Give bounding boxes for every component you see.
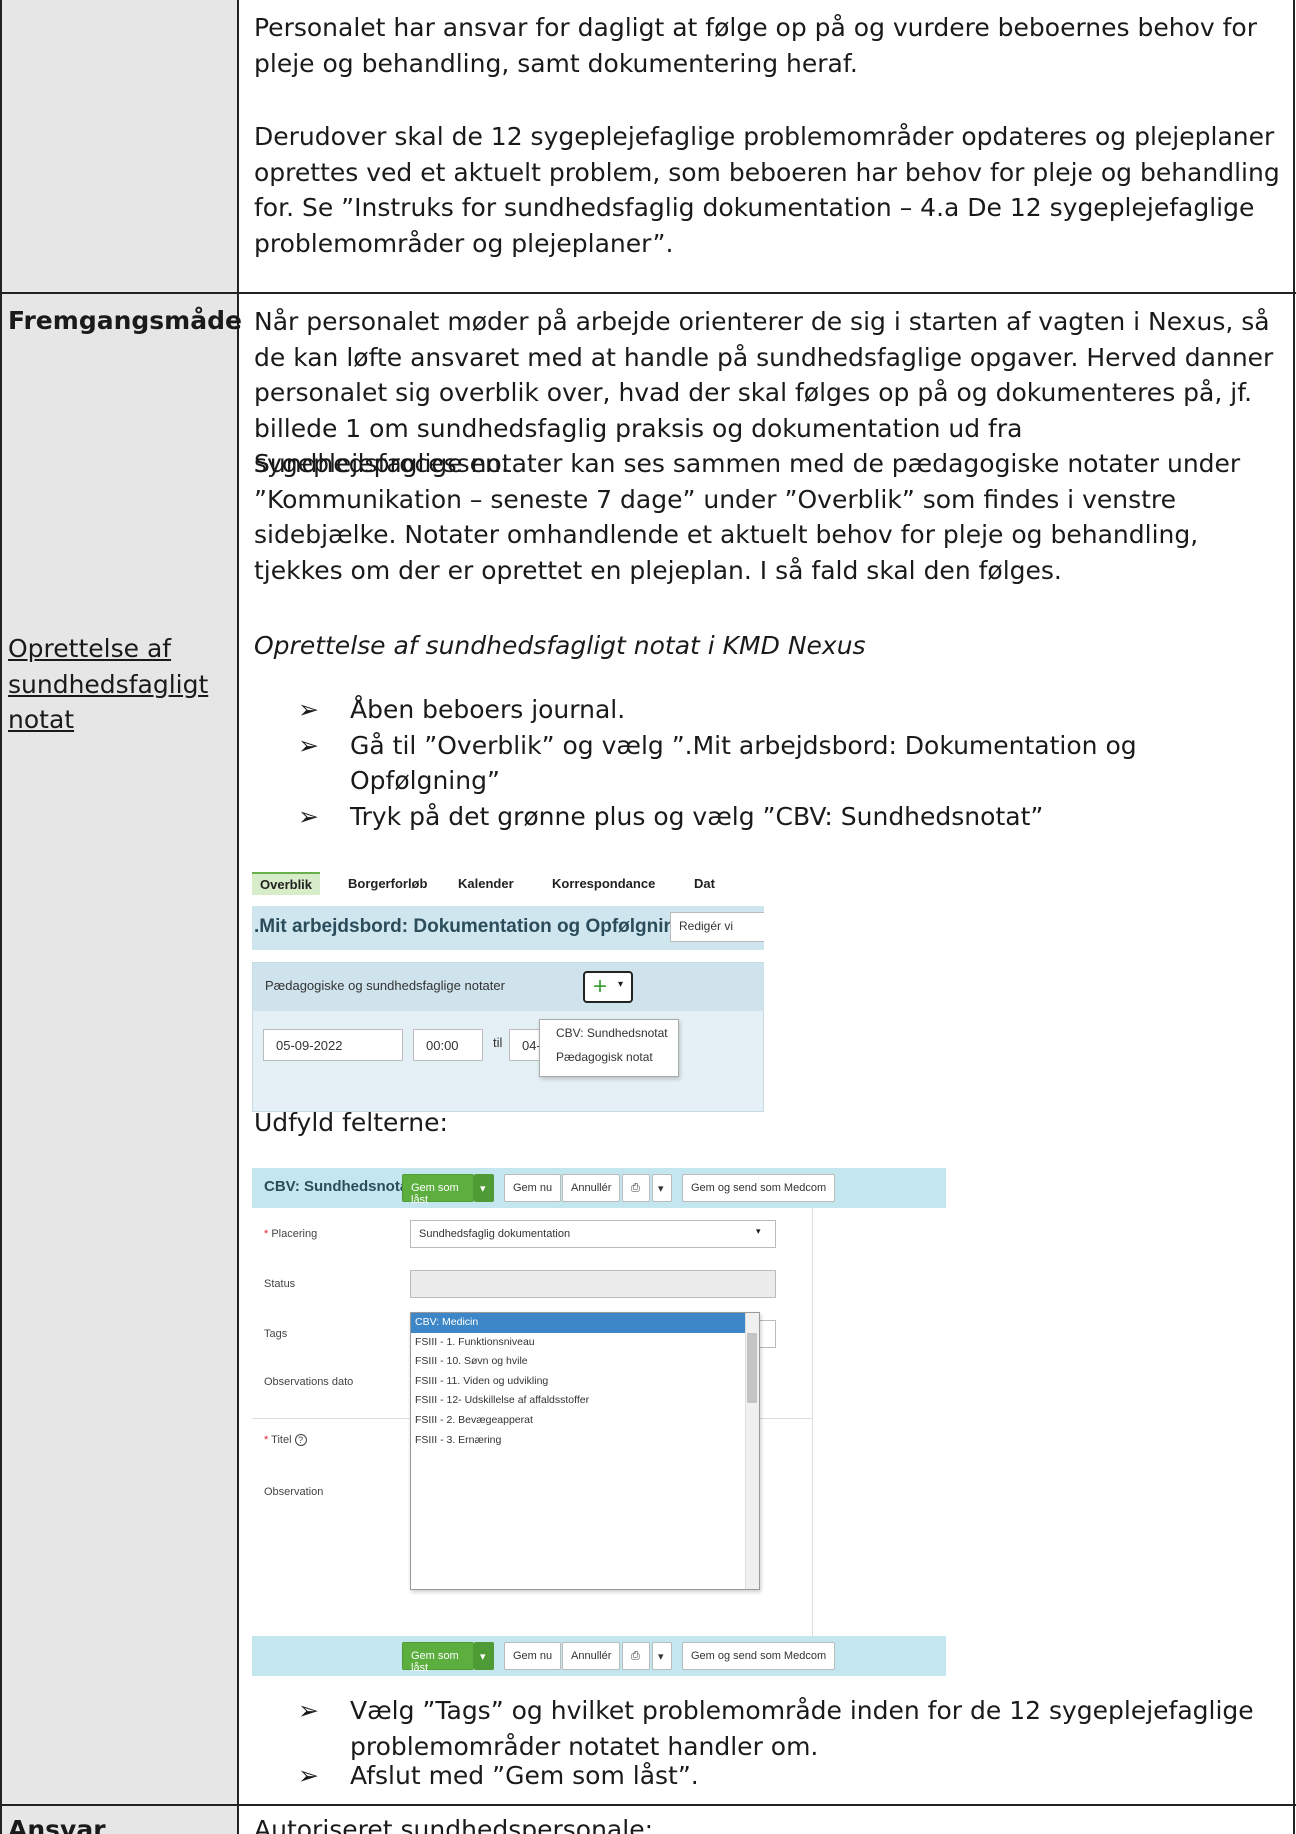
placering-label: * Placering bbox=[264, 1228, 318, 1240]
list-item: ➢ Tryk på det grønne plus og vælg ”CBV: S… bbox=[298, 799, 1278, 835]
caret-down-icon: ▾ bbox=[618, 979, 624, 990]
menu-item-paedagogisk-notat[interactable]: Pædagogisk notat bbox=[540, 1044, 678, 1068]
menu-item-sundhedsnotat[interactable]: CBV: Sundhedsnotat bbox=[540, 1020, 678, 1044]
italic-heading: Oprettelse af sundhedsfagligt notat i KM… bbox=[254, 631, 866, 660]
tags-label: Tags bbox=[264, 1328, 288, 1340]
ansvar-text: Autoriseret sundhedspersonale: bbox=[254, 1815, 653, 1834]
procedure-paragraph-2: Sundhedsfaglige notater kan ses sammen m… bbox=[254, 449, 1241, 585]
add-note-button[interactable]: + ▾ bbox=[583, 971, 633, 1003]
step-list-2: ➢ Vælg ”Tags” og hvilket problemområde in… bbox=[298, 1693, 1278, 1764]
cancel-button-bottom[interactable]: Annullér bbox=[562, 1642, 621, 1670]
side-heading-link[interactable]: Oprettelse af sundhedsfagligt notat bbox=[8, 631, 228, 738]
arrow-bullet-icon: ➢ bbox=[298, 1696, 319, 1725]
print-icon[interactable]: ⎙ bbox=[622, 1642, 650, 1670]
form-title: CBV: Sundhedsnotat bbox=[264, 1178, 414, 1195]
list-item: ➢ Åben beboers journal. bbox=[298, 692, 1278, 728]
intro-paragraph-1: Personalet har ansvar for dagligt at føl… bbox=[254, 13, 1258, 78]
tag-option[interactable]: FSIII - 2. Bevægeapperat bbox=[411, 1411, 759, 1431]
list-item: ➢ Gå til ”Overblik” og vælg ”.Mit arbejds… bbox=[298, 728, 1278, 799]
tab-dat[interactable]: Dat bbox=[694, 876, 715, 891]
titel-label: * Titel ? bbox=[264, 1434, 307, 1446]
tag-option[interactable]: FSIII - 1. Funktionsniveau bbox=[411, 1333, 759, 1353]
time-from-input[interactable]: 00:00 bbox=[413, 1029, 483, 1061]
save-locked-button-bottom[interactable]: Gem som låst bbox=[402, 1642, 474, 1674]
tab-korrespondance[interactable]: Korrespondance bbox=[552, 876, 655, 891]
print-dropdown-button[interactable]: ▾ bbox=[652, 1174, 672, 1202]
notes-panel-header: Pædagogiske og sundhedsfaglige notater +… bbox=[253, 963, 764, 1011]
table-column-divider bbox=[237, 0, 239, 1834]
status-field bbox=[410, 1270, 776, 1298]
save-locked-button[interactable]: Gem som låst bbox=[402, 1174, 474, 1206]
save-now-button-bottom[interactable]: Gem nu bbox=[504, 1642, 562, 1670]
date-from-input[interactable]: 05-09-2022 bbox=[263, 1029, 403, 1061]
tab-kalender[interactable]: Kalender bbox=[458, 876, 514, 891]
save-dropdown-button-bottom[interactable]: ▾ bbox=[474, 1642, 494, 1670]
dashboard-title: .Mit arbejdsbord: Dokumentation og Opføl… bbox=[254, 916, 687, 937]
scrollbar-thumb[interactable] bbox=[747, 1333, 757, 1403]
intro-paragraph-2: Derudover skal de 12 sygeplejefaglige pr… bbox=[254, 122, 1280, 258]
tag-option[interactable]: FSIII - 11. Viden og udvikling bbox=[411, 1372, 759, 1392]
fill-fields-heading: Udfyld felterne: bbox=[254, 1108, 448, 1137]
step-list: ➢ Åben beboers journal. ➢ Gå til ”Overblik… bbox=[298, 692, 1278, 834]
sundhedsnotat-form-screenshot: CBV: Sundhedsnotat Gem som låst ▾ Gem nu… bbox=[252, 1168, 946, 1676]
status-label: Status bbox=[264, 1278, 296, 1290]
list-item: ➢ Vælg ”Tags” og hvilket problemområde in… bbox=[298, 1693, 1278, 1764]
tab-overblik[interactable]: Overblik bbox=[252, 872, 321, 895]
add-note-menu: CBV: Sundhedsnotat Pædagogisk notat bbox=[539, 1019, 679, 1077]
print-dropdown-button-bottom[interactable]: ▾ bbox=[652, 1642, 672, 1670]
tag-option[interactable]: FSIII - 10. Søvn og hvile bbox=[411, 1352, 759, 1372]
tag-option[interactable]: FSIII - 3. Ernæring bbox=[411, 1431, 759, 1451]
arrow-bullet-icon: ➢ bbox=[298, 1761, 319, 1790]
plus-icon: + bbox=[593, 973, 608, 1000]
observations-dato-label: Observations dato bbox=[264, 1376, 354, 1388]
arrow-bullet-icon: ➢ bbox=[298, 801, 319, 831]
form-toolbar-top: CBV: Sundhedsnotat Gem som låst ▾ Gem nu… bbox=[252, 1168, 946, 1208]
tag-option[interactable]: CBV: Medicin bbox=[411, 1313, 759, 1333]
row-divider-1 bbox=[0, 292, 1296, 294]
required-mark: * bbox=[264, 1228, 269, 1240]
edit-button[interactable]: Redigér vi bbox=[670, 912, 764, 942]
fremgangsmaade-label: Fremgangsmåde bbox=[8, 306, 242, 335]
print-icon[interactable]: ⎙ bbox=[622, 1174, 650, 1202]
nexus-dashboard-screenshot: Overblik Borgerforløb Kalender Korrespon… bbox=[252, 868, 764, 1112]
notes-panel-title: Pædagogiske og sundhedsfaglige notater bbox=[265, 978, 505, 993]
dropdown-scrollbar[interactable] bbox=[745, 1313, 759, 1589]
form-toolbar-bottom: Gem som låst ▾ Gem nu Annullér ⎙ ▾ Gem o… bbox=[252, 1636, 946, 1676]
placering-select[interactable]: Sundhedsfaglig dokumentation bbox=[410, 1220, 776, 1248]
arrow-bullet-icon: ➢ bbox=[298, 695, 319, 724]
save-dropdown-button[interactable]: ▾ bbox=[474, 1174, 494, 1202]
help-icon[interactable]: ? bbox=[294, 1434, 307, 1446]
table-border-left bbox=[0, 0, 2, 1834]
row-divider-2 bbox=[0, 1804, 1296, 1806]
tab-bar: Overblik Borgerforløb Kalender Korrespon… bbox=[252, 868, 764, 902]
form-right-divider bbox=[812, 1208, 813, 1636]
save-send-medcom-button[interactable]: Gem og send som Medcom bbox=[682, 1174, 836, 1202]
document-page: Personalet har ansvar for dagligt at føl… bbox=[0, 0, 1296, 1834]
step-list-3: ➢ Afslut med ”Gem som låst”. bbox=[298, 1758, 1278, 1794]
tab-borgerforloeb[interactable]: Borgerforløb bbox=[348, 876, 427, 891]
til-label: til bbox=[493, 1035, 503, 1050]
tag-option[interactable]: FSIII - 12- Udskillelse af affaldsstoffe… bbox=[411, 1391, 759, 1411]
left-column-shading bbox=[0, 0, 238, 1834]
list-item: ➢ Afslut med ”Gem som låst”. bbox=[298, 1758, 1278, 1794]
chevron-down-icon: ▾ bbox=[756, 1226, 761, 1236]
save-now-button[interactable]: Gem nu bbox=[504, 1174, 562, 1202]
table-border-right bbox=[1293, 0, 1295, 1834]
ansvar-label: Ansvar bbox=[8, 1815, 106, 1834]
cancel-button[interactable]: Annullér bbox=[562, 1174, 621, 1202]
dashboard-header: .Mit arbejdsbord: Dokumentation og Opføl… bbox=[252, 906, 764, 950]
save-send-medcom-button-bottom[interactable]: Gem og send som Medcom bbox=[682, 1642, 836, 1670]
tags-dropdown-list: CBV: Medicin FSIII - 1. Funktionsniveau … bbox=[410, 1312, 760, 1590]
arrow-bullet-icon: ➢ bbox=[298, 730, 319, 760]
observation-label: Observation bbox=[264, 1486, 324, 1498]
notes-panel: Pædagogiske og sundhedsfaglige notater +… bbox=[252, 962, 764, 1112]
